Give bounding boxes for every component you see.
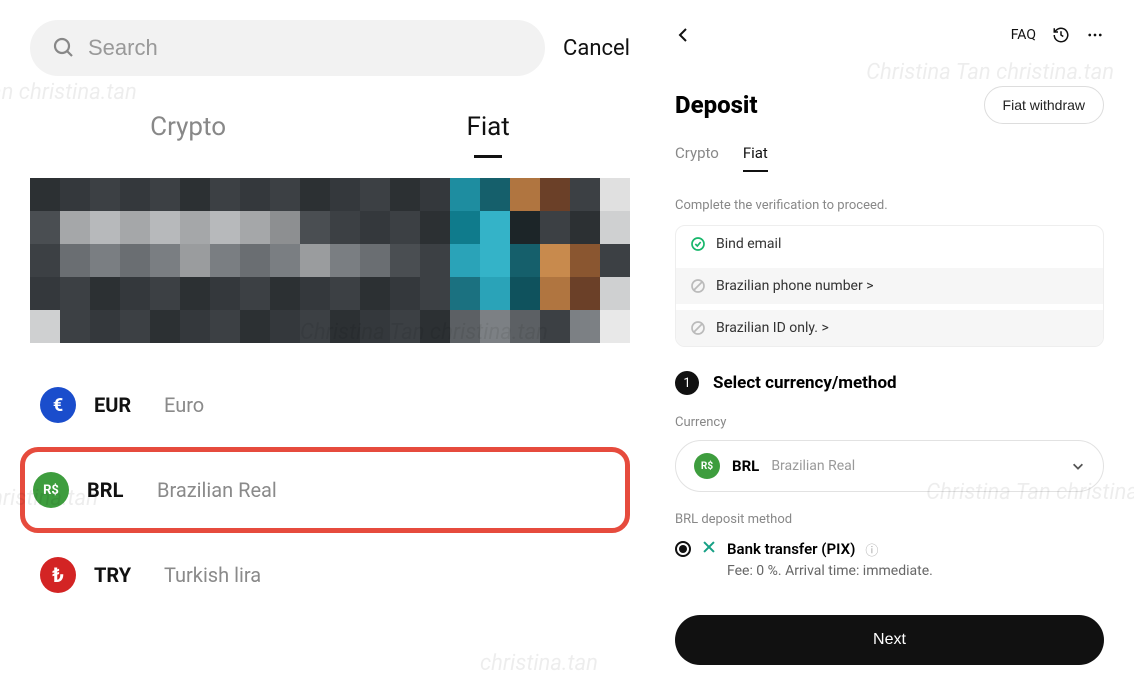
- tab-fiat[interactable]: Fiat: [743, 144, 768, 170]
- currency-select-name: Brazilian Real: [771, 458, 1059, 474]
- header-actions: FAQ: [1011, 26, 1104, 44]
- verification-hint: Complete the verification to proceed.: [675, 198, 1104, 213]
- step-number-badge: 1: [675, 371, 699, 395]
- currency-picker-tabs: Crypto Fiat: [30, 104, 630, 154]
- currency-field-label: Currency: [675, 415, 1104, 430]
- verification-item-email: Bind email: [676, 226, 1103, 262]
- currency-item-try[interactable]: ₺ TRY Turkish lira: [30, 533, 630, 617]
- deposit-title-row: Deposit Fiat withdraw: [675, 86, 1104, 124]
- tab-crypto[interactable]: Crypto: [675, 144, 719, 170]
- pix-icon: [701, 539, 717, 559]
- currency-name: Brazilian Real: [157, 478, 277, 502]
- brl-icon: R$: [33, 472, 69, 508]
- currency-code: TRY: [94, 563, 146, 587]
- verification-label: Brazilian ID only. >: [716, 320, 829, 336]
- info-icon[interactable]: ⓘ: [865, 540, 878, 559]
- currency-name: Euro: [164, 393, 204, 417]
- chevron-left-icon: [675, 27, 691, 43]
- currency-item-eur[interactable]: € EUR Euro: [30, 363, 630, 447]
- search-input[interactable]: [88, 35, 523, 61]
- search-icon: [52, 36, 76, 60]
- deposit-tabs: Crypto Fiat: [675, 144, 1104, 170]
- chevron-down-icon: [1071, 459, 1085, 473]
- verification-label: Bind email: [716, 236, 781, 252]
- currency-name: Turkish lira: [164, 563, 261, 587]
- deposit-panel: FAQ Deposit Fiat withdraw Crypto Fiat Co…: [660, 0, 1134, 682]
- verification-item-phone[interactable]: Brazilian phone number >: [676, 268, 1103, 304]
- more-button[interactable]: [1086, 26, 1104, 44]
- tab-crypto[interactable]: Crypto: [150, 104, 226, 154]
- check-circle-icon: [690, 236, 706, 252]
- currency-item-brl[interactable]: R$ BRL Brazilian Real: [20, 447, 630, 533]
- currency-picker-panel: Cancel Crypto Fiat € EUR Euro R$ BRL Bra…: [0, 0, 660, 682]
- try-icon: ₺: [40, 557, 76, 593]
- redacted-banner: [30, 178, 630, 343]
- method-name: Bank transfer (PIX): [727, 540, 855, 558]
- ban-icon: [690, 278, 706, 294]
- method-field-label: BRL deposit method: [675, 512, 1104, 527]
- currency-code: EUR: [94, 393, 146, 417]
- next-button[interactable]: Next: [675, 615, 1104, 665]
- history-button[interactable]: [1052, 26, 1070, 44]
- currency-select[interactable]: R$ BRL Brazilian Real: [675, 440, 1104, 492]
- step-header: 1 Select currency/method: [675, 371, 1104, 395]
- fiat-withdraw-button[interactable]: Fiat withdraw: [984, 86, 1104, 124]
- currency-select-code: BRL: [732, 457, 759, 475]
- search-row: Cancel: [30, 20, 630, 76]
- back-button[interactable]: [675, 27, 691, 43]
- ban-icon: [690, 320, 706, 336]
- cancel-button[interactable]: Cancel: [563, 36, 630, 61]
- method-fee-line: Fee: 0 %. Arrival time: immediate.: [727, 563, 1104, 579]
- verification-list: Bind email Brazilian phone number > Braz…: [675, 225, 1104, 347]
- eur-icon: €: [40, 387, 76, 423]
- brl-icon: R$: [694, 453, 720, 479]
- radio-button[interactable]: [675, 541, 691, 557]
- search-box[interactable]: [30, 20, 545, 76]
- deposit-header: FAQ: [675, 20, 1104, 50]
- step-title: Select currency/method: [713, 373, 897, 393]
- history-icon: [1052, 26, 1070, 44]
- page-title: Deposit: [675, 91, 758, 119]
- tab-fiat[interactable]: Fiat: [466, 104, 509, 154]
- verification-label: Brazilian phone number >: [716, 278, 874, 294]
- currency-list: € EUR Euro R$ BRL Brazilian Real ₺ TRY T…: [30, 363, 630, 617]
- faq-link[interactable]: FAQ: [1011, 27, 1036, 43]
- verification-item-id[interactable]: Brazilian ID only. >: [676, 310, 1103, 346]
- more-icon: [1086, 26, 1104, 44]
- deposit-method-option[interactable]: Bank transfer (PIX) ⓘ: [675, 539, 1104, 559]
- currency-code: BRL: [87, 478, 139, 502]
